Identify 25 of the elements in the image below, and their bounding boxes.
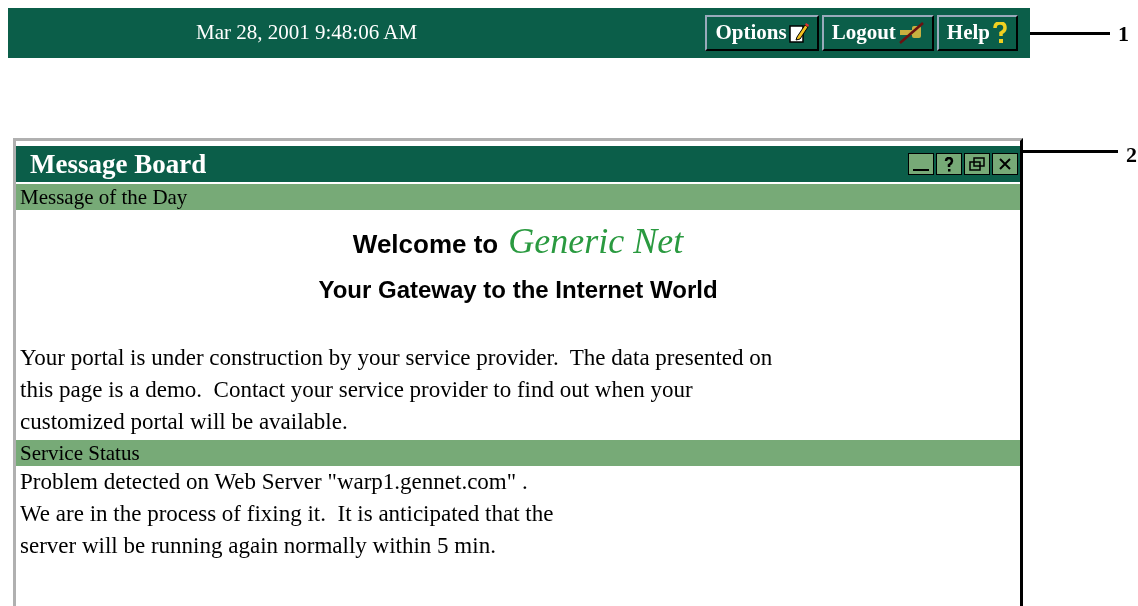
date-time: Mar 28, 2001 9:48:06 AM [196,19,418,47]
toolbar-button[interactable]: Options [705,15,819,51]
subtitle: Your Gateway to the Internet World [318,275,718,305]
brand-name: Generic Net [508,220,684,263]
close-button[interactable] [992,153,1018,175]
callout-number: 1 [1118,19,1129,48]
section-header: Message of the Day [16,184,1020,210]
panel-title: Message Board [30,150,207,178]
minimize-icon [913,169,929,171]
welcome-heading: Welcome to [352,228,499,261]
close-icon [999,158,1011,170]
help-button[interactable] [936,153,962,175]
restore-button[interactable] [964,153,990,175]
question-mark-icon [944,156,954,172]
message-text: Problem detected on Web Server "warp1.gennet.com" . We are in the process of fixing it. It is anticipated that the server will be running again normally within 5 min. [19,468,555,560]
section-header: Service Status [16,440,1020,466]
restore-icon [969,157,985,171]
message-text: Your portal is under construction by your service provider. The data presented on this page is a demo. Contact your service provider to find out when your customized portal will be available. [19,344,774,436]
notepad-pencil-icon [788,22,809,44]
crossed-key-icon [897,22,924,44]
question-mark-icon [992,22,1008,44]
toolbar-button[interactable]: Help [936,15,1018,51]
toolbar-button[interactable]: Logout [821,15,934,51]
callout-number: 2 [1126,141,1137,169]
minimize-button[interactable] [908,153,934,175]
